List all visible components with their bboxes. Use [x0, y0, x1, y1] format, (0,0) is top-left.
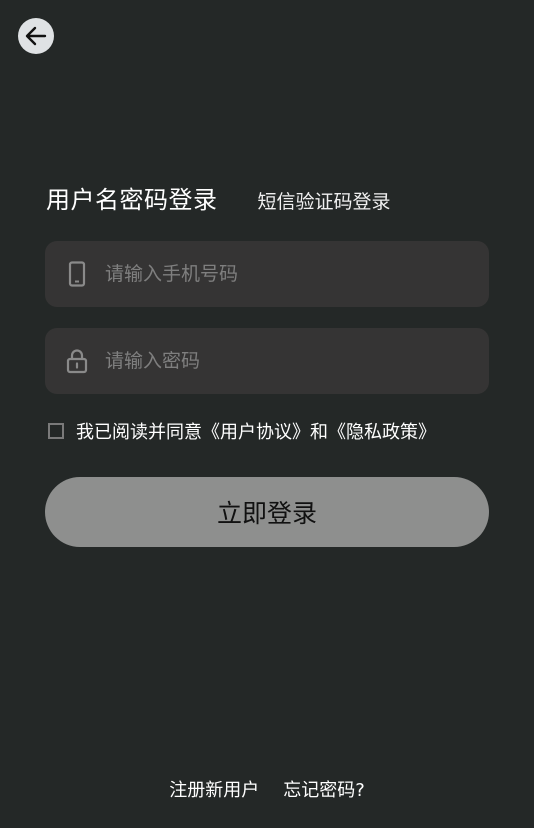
back-button[interactable] [18, 18, 54, 54]
phone-icon [66, 261, 88, 287]
link-spacer [259, 776, 283, 802]
login-button[interactable]: 立即登录 [45, 477, 489, 547]
lock-icon [66, 348, 88, 374]
phone-input[interactable] [105, 263, 473, 285]
agreement-checkbox[interactable] [48, 423, 64, 439]
phone-field [45, 241, 489, 307]
agreement-text[interactable]: 我已阅读并同意《用户协议》和《隐私政策》 [76, 418, 436, 444]
forgot-password-link[interactable]: 忘记密码? [283, 776, 365, 802]
login-tabs: 用户名密码登录 短信验证码登录 [46, 180, 391, 215]
tab-password-login[interactable]: 用户名密码登录 [46, 180, 218, 215]
password-input[interactable] [105, 350, 473, 372]
arrow-left-icon [25, 26, 47, 46]
register-link[interactable]: 注册新用户 [169, 776, 259, 802]
tab-sms-login[interactable]: 短信验证码登录 [258, 187, 391, 214]
agreement-row: 我已阅读并同意《用户协议》和《隐私政策》 [48, 418, 436, 444]
footer-links: 注册新用户 忘记密码? [0, 776, 534, 802]
password-field [45, 328, 489, 394]
